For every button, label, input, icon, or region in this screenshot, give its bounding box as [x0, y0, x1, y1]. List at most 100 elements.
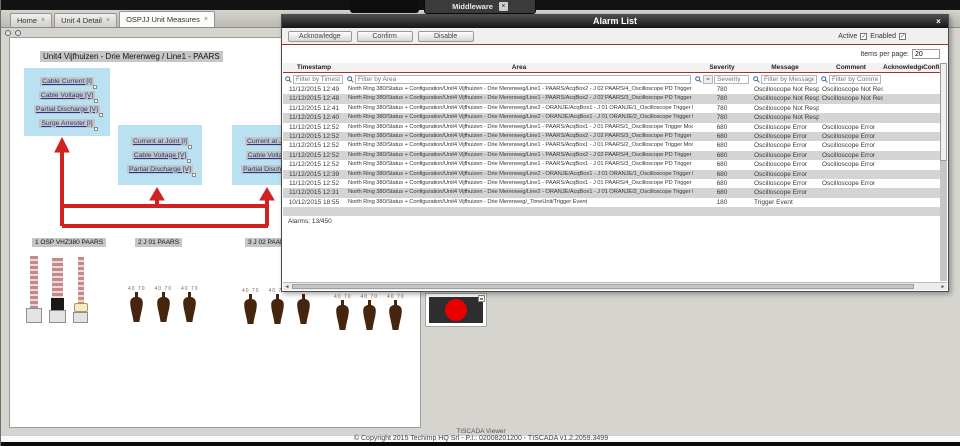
cell-severity: 780 [693, 94, 751, 103]
bottom-bar [1, 442, 960, 446]
close-icon[interactable]: × [41, 17, 45, 24]
column-header-area[interactable]: Area [345, 63, 693, 72]
table-row[interactable]: 11/12/2015 12:52 North Ring 380/Status +… [283, 160, 942, 169]
severity-operator-dropdown[interactable]: = [703, 75, 713, 84]
column-header-timestamp[interactable]: Timestamp [283, 63, 345, 72]
measure-link[interactable]: Current at Joint [I] [131, 137, 189, 146]
link-handle-icon [192, 173, 196, 177]
cell-acknowledged [883, 132, 923, 141]
alarm-table-body: 11/12/2015 12:49 North Ring 380/Status +… [283, 85, 942, 216]
message-filter-input[interactable] [761, 75, 817, 84]
column-header-acknowledged[interactable]: Acknowledged [883, 63, 923, 72]
table-row[interactable]: 11/12/2015 12:39 North Ring 380/Status +… [283, 170, 942, 179]
horizontal-scrollbar[interactable]: ◄ ► [283, 282, 947, 290]
vertical-scrollbar[interactable] [940, 63, 947, 281]
confirm-button[interactable]: Confirm [357, 31, 413, 42]
cell-area: North Ring 380/Status + Configuration/Un… [345, 141, 693, 150]
tab-ospjj-unit-measures[interactable]: OSPJJ Unit Measures × [119, 11, 215, 27]
close-icon[interactable]: × [106, 17, 110, 24]
browser-tab-middleware[interactable]: Middleware × [424, 0, 536, 14]
cell-message: Oscilloscope Error [751, 132, 819, 141]
acknowledge-button[interactable]: Acknowledge [288, 31, 352, 42]
measure-link[interactable]: Partial Discharge [V] [34, 105, 100, 114]
cell-area: North Ring 380/Status + Configuration/Un… [345, 123, 693, 132]
comment-filter-input[interactable] [829, 75, 881, 84]
measure-box-joint-1: Current at Joint [I] Cable Voltage [V] P… [118, 125, 202, 185]
close-icon[interactable]: × [204, 16, 208, 23]
canvas-control-icon[interactable] [15, 30, 21, 36]
active-checkbox[interactable]: ✓ [860, 33, 867, 40]
table-row[interactable]: 11/12/2015 12:40 North Ring 380/Status +… [283, 113, 942, 122]
joint-icon: 40 70 [361, 294, 379, 330]
cell-acknowledged [883, 188, 923, 197]
column-header-message[interactable]: Message [751, 63, 819, 72]
items-per-page-input[interactable] [912, 49, 940, 59]
window-title-bar[interactable]: Alarm List × [282, 15, 948, 28]
table-row[interactable]: 11/12/2015 12:31 North Ring 380/Status +… [283, 188, 942, 197]
app-name-label: TISCADA Viewer [1, 428, 960, 435]
table-row[interactable]: 11/12/2015 12:52 North Ring 380/Status +… [283, 151, 942, 160]
items-per-page-label: Items per page: [860, 51, 909, 58]
close-icon[interactable]: × [934, 17, 943, 26]
cell-message: Oscilloscope Error [751, 141, 819, 150]
cell-acknowledged [883, 113, 923, 122]
table-row[interactable]: 11/12/2015 12:52 North Ring 380/Status +… [283, 179, 942, 188]
table-row[interactable]: 11/12/2015 12:48 North Ring 380/Status +… [283, 94, 942, 103]
scrollbar-thumb[interactable] [940, 63, 947, 161]
cell-acknowledged [883, 104, 923, 113]
joint-icon: 40 70 [128, 286, 146, 322]
cell-area: North Ring 380/Status + Configuration/Un… [345, 179, 693, 188]
cell-acknowledged [883, 94, 923, 103]
search-icon [695, 76, 702, 83]
area-filter-input[interactable] [355, 75, 691, 84]
cell-message: Oscilloscope Not Responding [751, 113, 819, 122]
cell-message: Oscilloscope Not Responding [751, 104, 819, 113]
cell-area: North Ring 380/Status + Configuration/Un… [345, 113, 693, 122]
table-row[interactable]: 11/12/2015 12:52 North Ring 380/Status +… [283, 132, 942, 141]
close-icon[interactable]: × [499, 2, 508, 11]
canvas-control-icon[interactable] [5, 30, 11, 36]
tab-label: OSPJJ Unit Measures [126, 15, 200, 24]
scroll-right-icon[interactable]: ► [939, 283, 947, 291]
column-header-comment[interactable]: Comment [819, 63, 883, 72]
measure-link-label: Cable Current [I] [42, 78, 92, 85]
measure-link[interactable]: Surge Arrester [I] [39, 119, 94, 128]
measure-link[interactable]: Cable Current [I] [40, 77, 94, 86]
cell-area: North Ring 380/Status + Configuration/Un… [345, 170, 693, 179]
cell-comment: Oscilloscope Error [819, 160, 883, 169]
cell-severity: 780 [693, 104, 751, 113]
measure-link[interactable]: Cable Voltage [V] [132, 151, 189, 160]
table-row[interactable]: 10/12/2015 18:55 North Ring 380/Status +… [283, 198, 942, 207]
measure-link-label: Cable Voltage [V] [134, 152, 187, 159]
cell-message: Oscilloscope Error [751, 179, 819, 188]
disable-button[interactable]: Disable [418, 31, 474, 42]
severity-filter-input[interactable] [714, 75, 749, 84]
table-row[interactable]: 11/12/2015 12:49 North Ring 380/Status +… [283, 85, 942, 94]
cell-acknowledged [883, 160, 923, 169]
diagram-title: Unit4 Vijfhuizen - Drie Merenweg / Line1… [40, 51, 223, 62]
measure-link-label: Partial Discharge [V] [36, 106, 98, 113]
tab-home[interactable]: Home × [10, 13, 52, 27]
tab-unit4-detail[interactable]: Unit 4 Detail × [54, 13, 117, 27]
browser-tab-stub[interactable] [350, 0, 419, 13]
cell-message: Oscilloscope Not Responding [751, 94, 819, 103]
search-icon [285, 76, 292, 83]
cell-comment: Oscilloscope Error [819, 123, 883, 132]
scrollbar-thumb[interactable] [292, 284, 914, 289]
measure-link[interactable]: Partial Discharge [V] [127, 165, 193, 174]
link-handle-icon [94, 127, 98, 131]
scroll-left-icon[interactable]: ◄ [283, 283, 291, 291]
column-header-severity[interactable]: Severity [693, 63, 751, 72]
measure-link[interactable]: Cable Voltage [V] [39, 91, 96, 100]
cell-area: North Ring 380/Status + Configuration/Un… [345, 151, 693, 160]
cell-message: Trigger Event [751, 198, 819, 207]
timestamp-filter-input[interactable] [293, 75, 343, 84]
table-row[interactable]: 11/12/2015 12:41 North Ring 380/Status +… [283, 104, 942, 113]
cell-severity: 780 [693, 85, 751, 94]
table-row[interactable]: 11/12/2015 12:52 North Ring 380/Status +… [283, 123, 942, 132]
joint-icon: 40 70 [295, 288, 313, 324]
enabled-checkbox[interactable]: ✓ [899, 33, 906, 40]
message-filter [751, 75, 819, 84]
table-row[interactable]: 11/12/2015 12:52 North Ring 380/Status +… [283, 141, 942, 150]
joint-icon: 40 70 [334, 294, 352, 330]
